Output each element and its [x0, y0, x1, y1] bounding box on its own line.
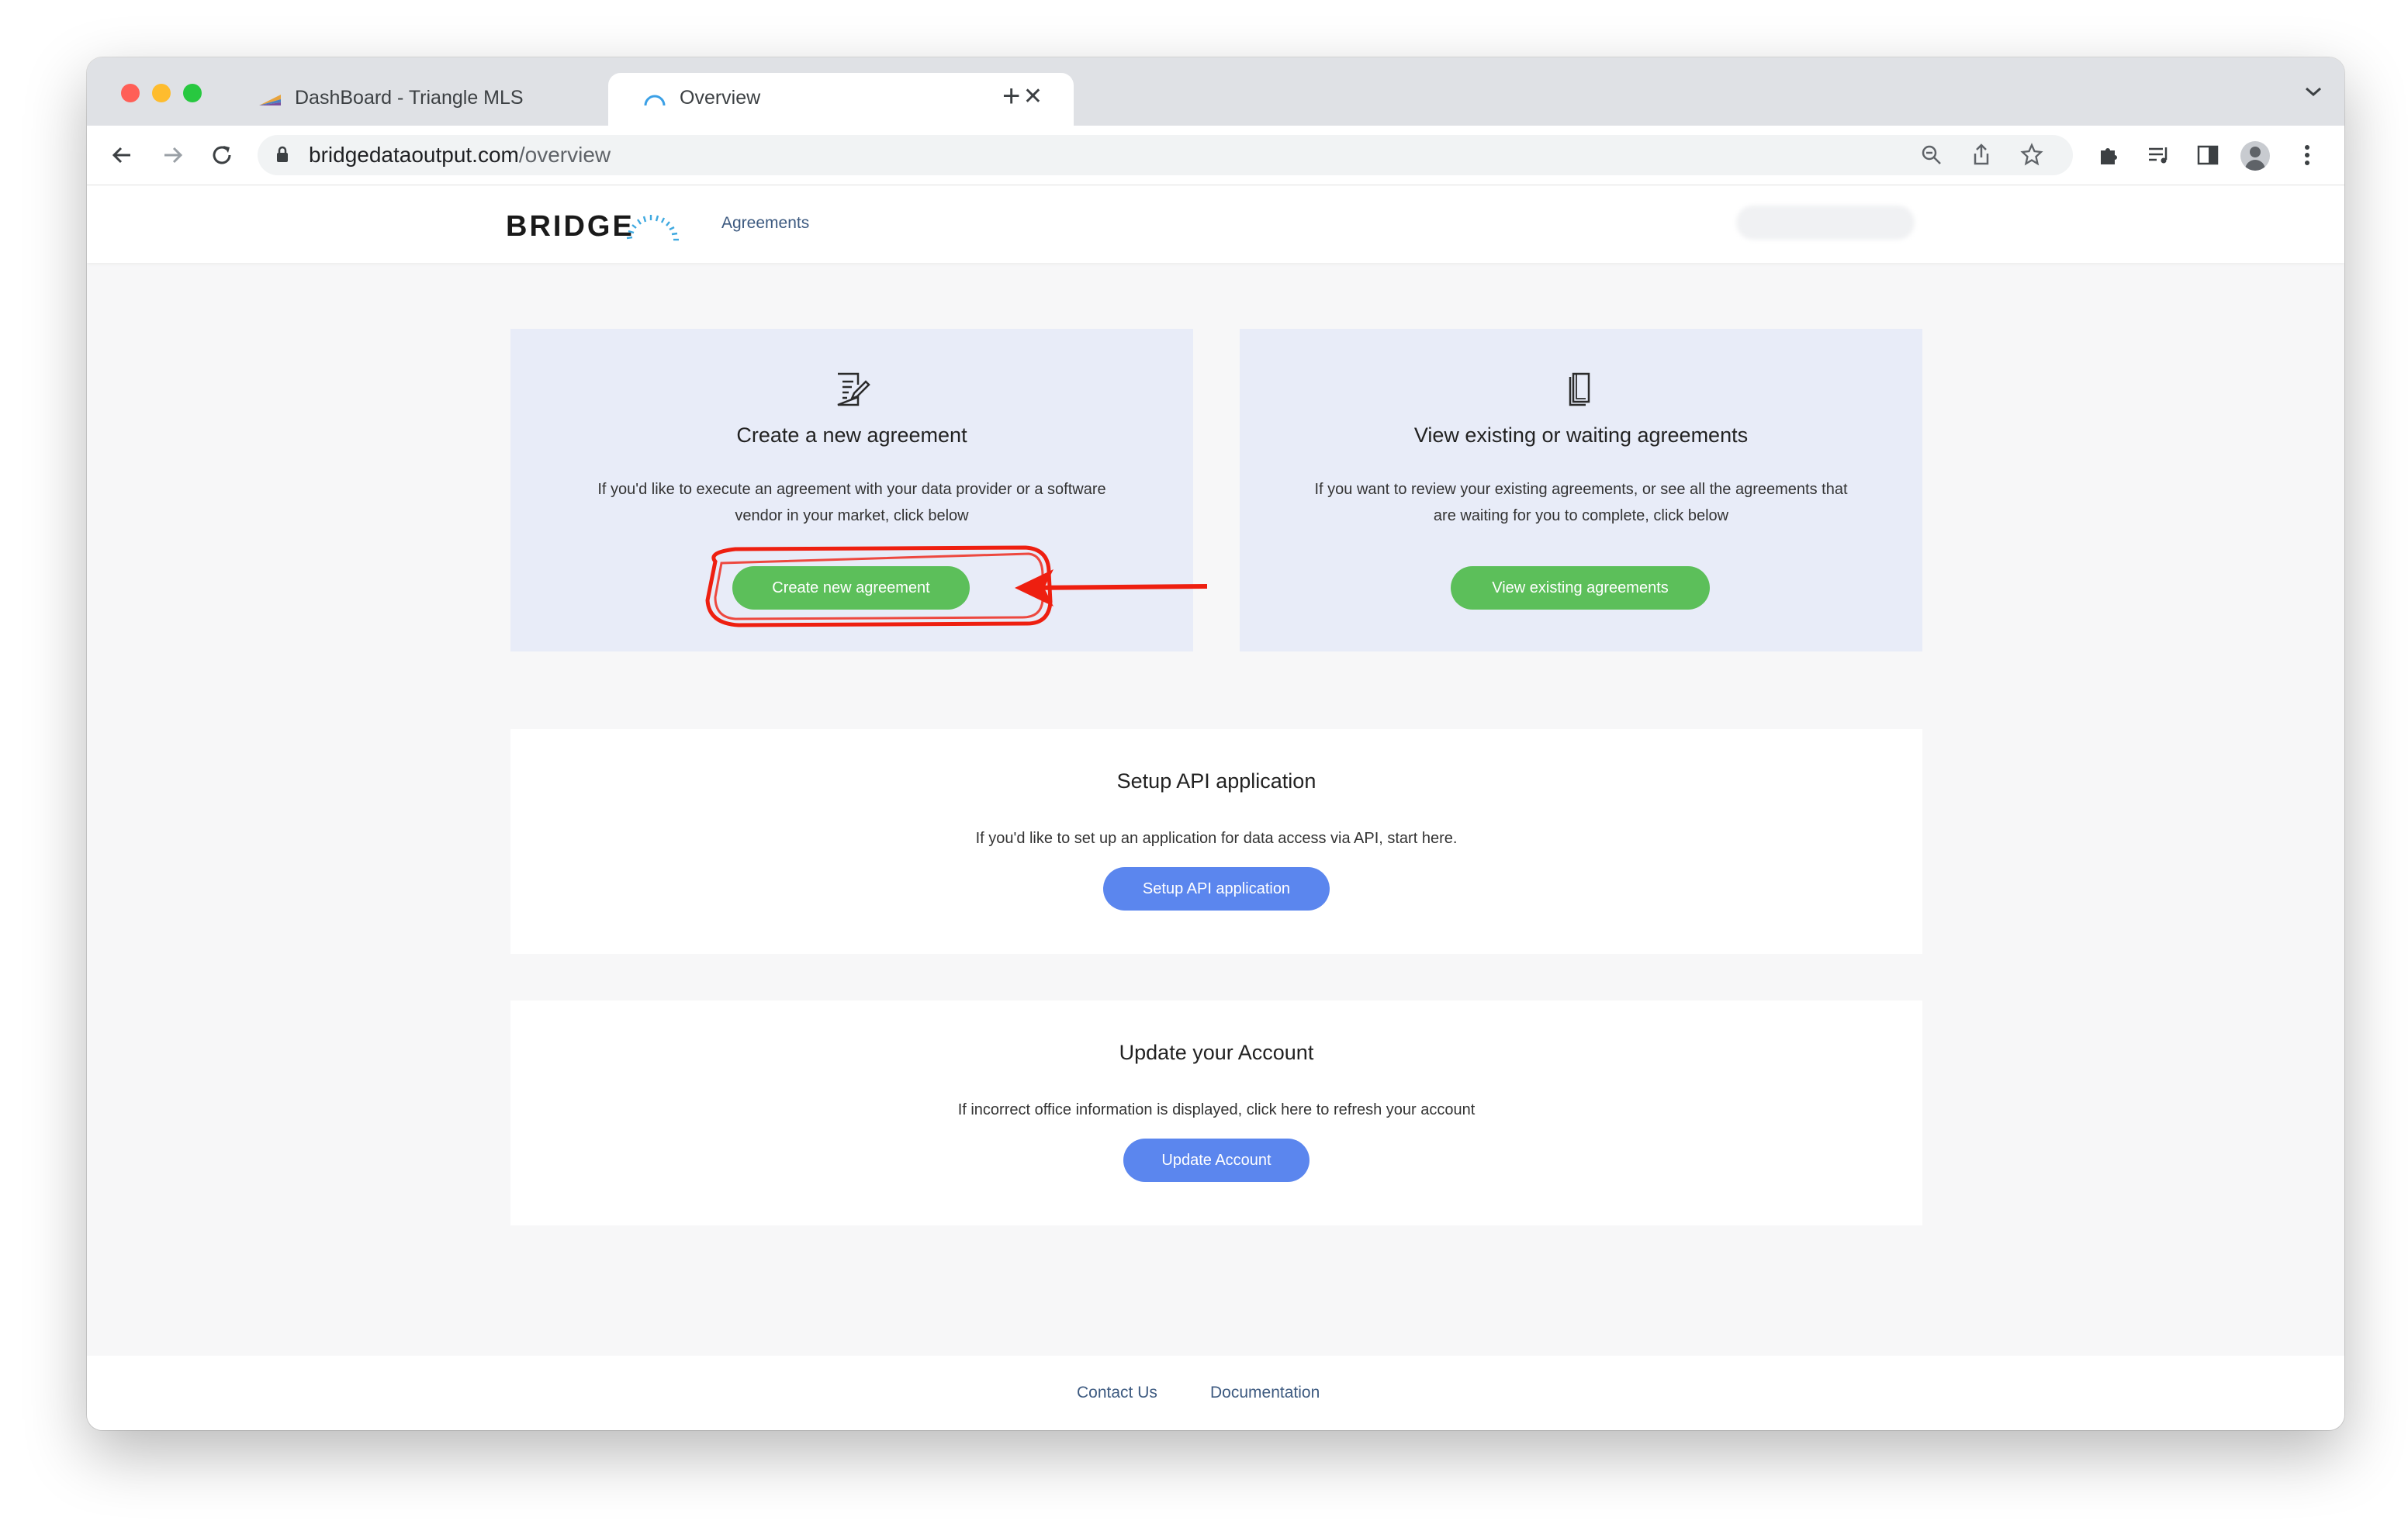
site-footer: Contact Us Documentation: [87, 1356, 2344, 1430]
view-existing-agreements-button[interactable]: View existing agreements: [1451, 566, 1710, 610]
card-description-line1: If you want to review your existing agre…: [1314, 481, 1848, 498]
sidebar-icon[interactable]: [2195, 143, 2220, 168]
tab-title: Overview: [680, 87, 761, 109]
card-description: If you'd like to set up an application f…: [975, 830, 1458, 847]
lock-icon[interactable]: [276, 146, 289, 163]
url-text: bridgedataoutput.com/overview: [309, 143, 611, 167]
nav-agreements-link[interactable]: Agreements: [721, 214, 809, 233]
new-tab-button[interactable]: +: [1002, 81, 1020, 112]
close-tab-icon[interactable]: ✕: [1023, 85, 1043, 109]
setup-api-application-button[interactable]: Setup API application: [1103, 867, 1330, 911]
site-header: BRIDGE Agreements: [87, 185, 2344, 263]
browser-toolbar: bridgedataoutput.com/overview: [87, 126, 2344, 185]
close-window-button[interactable]: [121, 84, 140, 102]
browser-window: DashBoard - Triangle MLS ✕ Overview ✕ +: [87, 57, 2344, 1430]
edit-document-icon: [837, 372, 870, 406]
reload-icon[interactable]: [209, 143, 234, 168]
bridge-arc-icon: [626, 215, 679, 241]
share-icon[interactable]: [1970, 143, 1992, 166]
card-description: If incorrect office information is displ…: [957, 1101, 1476, 1118]
triangle-mls-favicon-icon: [259, 95, 281, 105]
address-bar[interactable]: bridgedataoutput.com/overview: [258, 135, 2073, 175]
media-icon[interactable]: [2146, 143, 2171, 168]
card-title: Update your Account: [1119, 1041, 1314, 1064]
contact-us-link[interactable]: Contact Us: [1077, 1384, 1157, 1402]
star-icon[interactable]: [2020, 143, 2043, 166]
menu-icon[interactable]: [2302, 143, 2312, 168]
logo-text: BRIDGE: [506, 210, 635, 243]
zoom-icon[interactable]: [1921, 144, 1943, 166]
tab-search-chevron-icon[interactable]: [2304, 85, 2323, 98]
card-title: View existing or waiting agreements: [1413, 423, 1749, 447]
user-menu[interactable]: [1736, 206, 1915, 240]
forward-arrow-icon[interactable]: [160, 143, 185, 168]
create-agreement-card: Create a new agreement If you'd like to …: [510, 329, 1193, 651]
tab-strip: DashBoard - Triangle MLS ✕ Overview ✕ +: [87, 57, 2344, 126]
view-agreements-card: View existing or waiting agreements If y…: [1240, 329, 1922, 651]
setup-api-card: Setup API application If you'd like to s…: [510, 729, 1922, 954]
tab-title: DashBoard - Triangle MLS: [295, 87, 524, 109]
minimize-window-button[interactable]: [152, 84, 171, 102]
loading-spinner-icon: [644, 95, 666, 106]
back-arrow-icon[interactable]: [110, 143, 135, 168]
card-description-line2: are waiting for you to complete, click b…: [1433, 507, 1729, 524]
update-account-button[interactable]: Update Account: [1123, 1139, 1310, 1182]
profile-icon[interactable]: [2240, 141, 2270, 171]
card-title: Setup API application: [1116, 769, 1316, 793]
maximize-window-button[interactable]: [183, 84, 202, 102]
documents-icon: [1569, 372, 1590, 406]
card-title: Create a new agreement: [736, 423, 967, 447]
update-account-card: Update your Account If incorrect office …: [510, 1001, 1922, 1225]
card-description-line2: vendor in your market, click below: [735, 507, 969, 524]
card-description-line1: If you'd like to execute an agreement wi…: [597, 481, 1106, 498]
extensions-icon[interactable]: [2096, 143, 2121, 168]
bridge-logo[interactable]: BRIDGE: [506, 207, 692, 246]
documentation-link[interactable]: Documentation: [1210, 1384, 1320, 1402]
create-new-agreement-button[interactable]: Create new agreement: [732, 566, 970, 610]
